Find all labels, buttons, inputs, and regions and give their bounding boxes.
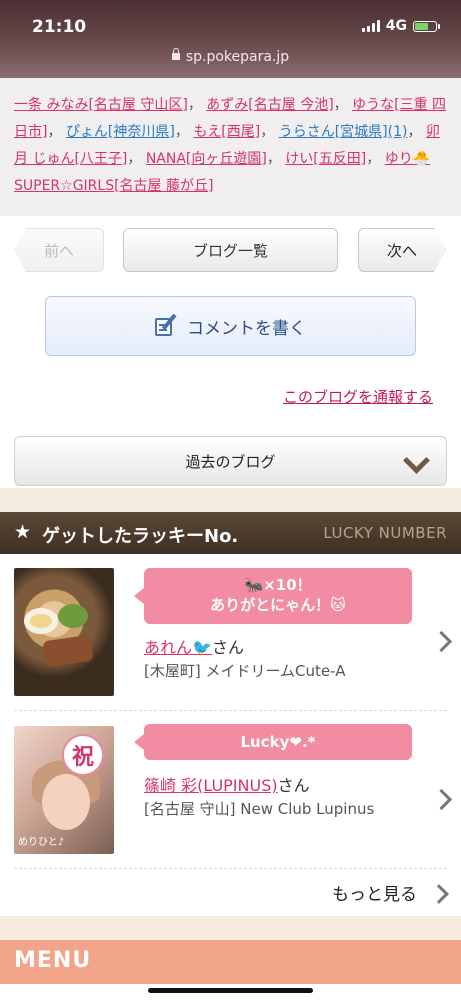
edit-icon — [155, 313, 177, 337]
status-bar: 21:10 4G sp.pokepara.jp — [0, 0, 461, 78]
write-comment-button[interactable]: コメントを書く — [45, 296, 416, 356]
blogger-link[interactable]: もえ[西尾] — [193, 124, 260, 140]
past-blogs-label: 過去のブログ — [185, 452, 276, 471]
home-indicator[interactable] — [148, 988, 313, 993]
status-indicators: 4G — [361, 18, 440, 34]
battery-icon — [413, 20, 440, 32]
next-button[interactable]: 次へ — [358, 228, 446, 272]
lucky-list: 🐜×10！ ありがとにゃん！🐱 あれん🐦さん [木屋町] メイドリームCute-… — [0, 554, 461, 916]
blogger-link[interactable]: NANA[向ヶ丘遊園] — [146, 151, 267, 167]
lucky-item[interactable]: 🐜×10！ ありがとにゃん！🐱 あれん🐦さん [木屋町] メイドリームCute-… — [0, 554, 461, 704]
write-comment-label: コメントを書く — [187, 318, 306, 339]
lucky-message: 🐜×10！ ありがとにゃん！🐱 — [134, 568, 412, 624]
divider — [14, 710, 447, 711]
url-text: sp.pokepara.jp — [185, 49, 290, 65]
photo-caption: めりひと♪ — [18, 837, 65, 848]
lucky-message: Lucky❤.* — [134, 724, 412, 760]
prev-button[interactable]: 前へ — [14, 228, 104, 272]
girl-name: 篠崎 彩(LUPINUS)さん — [144, 776, 310, 795]
star-icon: ★ — [14, 521, 32, 543]
lucky-subtitle: LUCKY NUMBER — [323, 524, 447, 542]
ramen-photo[interactable] — [14, 568, 114, 696]
signal-icon — [361, 20, 380, 32]
girl-name: あれん🐦さん — [144, 638, 244, 657]
lucky-item[interactable]: 祝 めりひと♪ Lucky❤.* 篠崎 彩(LUPINUS)さん [名古屋 守山… — [0, 712, 461, 862]
lucky-header: ★ ゲットしたラッキーNo. LUCKY NUMBER — [0, 512, 461, 554]
chevron-right-icon[interactable] — [429, 884, 449, 904]
menu-header: MENU — [0, 940, 461, 984]
divider — [14, 868, 447, 869]
girl-name-link[interactable]: 篠崎 彩(LUPINUS) — [144, 776, 278, 795]
status-time: 21:10 — [32, 17, 87, 37]
blogger-link[interactable]: うらさん[宮城県](1) — [279, 124, 408, 140]
blogger-link[interactable]: 一条 みなみ[名古屋 守山区] — [14, 97, 188, 113]
chevron-right-icon[interactable] — [430, 788, 453, 811]
shop-name: [木屋町] メイドリームCute-A — [144, 662, 346, 680]
profile-photo[interactable]: 祝 めりひと♪ — [14, 726, 114, 854]
girl-name-link[interactable]: あれん🐦 — [144, 638, 212, 657]
shop-name: [名古屋 守山] New Club Lupinus — [144, 800, 375, 818]
report-blog-link[interactable]: このブログを通報する — [283, 386, 433, 407]
past-blogs-toggle[interactable]: 過去のブログ — [14, 436, 447, 486]
blogger-link[interactable]: ぴょん[神奈川県] — [66, 124, 175, 140]
blog-list-button[interactable]: ブログ一覧 — [123, 228, 338, 272]
chevron-right-icon[interactable] — [430, 630, 453, 653]
lucky-title: ゲットしたラッキーNo. — [42, 526, 239, 547]
network-label: 4G — [385, 18, 407, 34]
lock-icon — [171, 48, 180, 60]
blogger-link[interactable]: あずみ[名古屋 今池] — [206, 97, 333, 113]
see-more-link[interactable]: もっと見る — [332, 880, 417, 905]
menu-title: MENU — [14, 948, 92, 973]
celebration-badge: 祝 — [62, 734, 104, 776]
blogger-link[interactable]: けい[五反田] — [285, 151, 366, 167]
url-bar[interactable]: sp.pokepara.jp — [0, 48, 461, 65]
blogger-name-list: 一条 みなみ[名古屋 守山区]， あずみ[名古屋 今池]， ゆうな[三重 四日市… — [0, 78, 461, 216]
chevron-down-icon — [403, 447, 430, 474]
